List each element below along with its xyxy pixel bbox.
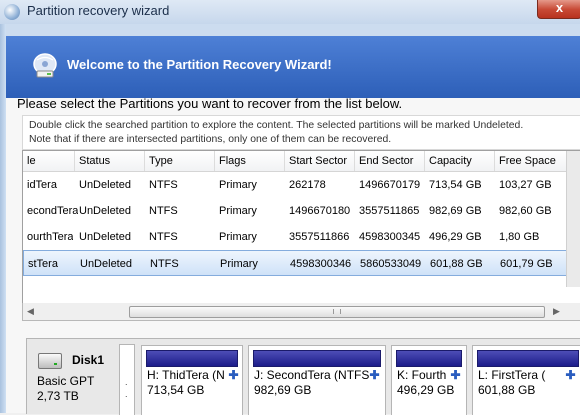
info-box: Double click the searched partition to e… — [22, 115, 580, 150]
check-pin-icon: ✚ — [369, 368, 380, 382]
app-icon — [4, 4, 20, 20]
info-line: Note that if there are intersected parti… — [29, 134, 392, 145]
cell-flags: Primary — [219, 179, 257, 191]
cd-wizard-icon — [33, 53, 57, 78]
cell-free-space: 103,27 GB — [499, 179, 552, 191]
instruction-text: Please select the Partitions you want to… — [17, 96, 403, 111]
column-header-end-sector[interactable]: End Sector — [355, 151, 425, 171]
disk-info[interactable]: Disk1 Basic GPT 2,73 TB — [27, 339, 119, 414]
cell-free-space: 1,80 GB — [499, 231, 540, 243]
cell-type: NTFS — [149, 205, 178, 217]
column-header-name[interactable]: le — [23, 151, 75, 171]
partition-block-k[interactable]: K: Fourth ✚ 496,29 GB — [391, 345, 467, 415]
partition-label: L: FirstTera ( — [478, 368, 546, 382]
cell-free-space: 601,79 GB — [500, 258, 553, 270]
partition-label: J: SecondTera (NTFS — [254, 368, 370, 382]
column-header-flags[interactable]: Flags — [215, 151, 285, 171]
cell-end-sector: 4598300345 — [359, 231, 421, 243]
hard-disk-icon — [38, 353, 62, 369]
partition-bar — [253, 350, 381, 367]
cell-start-sector: 1496670180 — [289, 205, 351, 217]
title-bar: Partition recovery wizard x — [0, 0, 580, 25]
partition-size: 713,54 GB — [147, 383, 205, 397]
partition-bar — [396, 350, 462, 367]
info-line: Double click the searched partition to e… — [29, 120, 524, 131]
partition-block-j[interactable]: J: SecondTera (NTFS ✚ 982,69 GB — [248, 345, 386, 415]
close-button[interactable]: x — [537, 0, 580, 19]
cell-end-sector: 3557511865 — [359, 205, 420, 217]
cell-start-sector: 262178 — [289, 179, 326, 191]
cell-capacity: 982,69 GB — [429, 205, 482, 217]
cell-capacity: 601,88 GB — [430, 258, 483, 270]
partition-bar — [477, 350, 579, 367]
cell-end-sector: 5860533049 — [360, 258, 422, 270]
vertical-scrollbar[interactable] — [566, 151, 580, 287]
partition-size: 601,88 GB — [478, 383, 536, 397]
check-pin-icon: ✚ — [228, 368, 239, 382]
column-header-capacity[interactable]: Capacity — [425, 151, 495, 171]
cell-end-sector: 1496670179 — [359, 179, 421, 191]
cell-flags: Primary — [219, 205, 257, 217]
cell-status: UnDeleted — [79, 179, 131, 191]
table-row[interactable]: econdTera UnDeleted NTFS Primary 1496670… — [23, 198, 567, 224]
cell-free-space: 982,60 GB — [499, 205, 552, 217]
partition-bar — [146, 350, 238, 367]
partition-size: 496,29 GB — [397, 383, 455, 397]
partition-block-l[interactable]: L: FirstTera ( ✚ 601,88 GB — [472, 345, 580, 415]
disk-map: Disk1 Basic GPT 2,73 TB . . H: ThidTera … — [26, 338, 580, 415]
cell-status: UnDeleted — [79, 231, 131, 243]
horizontal-scrollbar[interactable]: ◀ ▶ — [22, 303, 580, 321]
cell-type: NTFS — [150, 258, 179, 270]
table-row[interactable]: idTera UnDeleted NTFS Primary 262178 149… — [23, 172, 567, 198]
partition-block-h[interactable]: H: ThidTera (N ✚ 713,54 GB — [141, 345, 243, 415]
column-header-start-sector[interactable]: Start Sector — [285, 151, 355, 171]
table-row-selected[interactable]: stTera UnDeleted NTFS Primary 4598300346… — [23, 250, 567, 276]
column-header-status[interactable]: Status — [75, 151, 145, 171]
cell-start-sector: 3557511866 — [289, 231, 350, 243]
cell-name: econdTera — [27, 205, 79, 217]
scrollbar-grip-icon — [333, 309, 341, 314]
scrollbar-thumb[interactable] — [129, 306, 545, 318]
cell-status: UnDeleted — [79, 205, 131, 217]
check-pin-icon: ✚ — [450, 368, 461, 382]
scroll-left-arrow-icon[interactable]: ◀ — [27, 306, 34, 317]
cell-flags: Primary — [219, 231, 257, 243]
cell-flags: Primary — [220, 258, 258, 270]
welcome-heading: Welcome to the Partition Recovery Wizard… — [67, 57, 332, 72]
partition-label: K: Fourth — [397, 368, 447, 382]
cell-start-sector: 4598300346 — [290, 258, 352, 270]
disk-size: 2,73 TB — [37, 389, 79, 403]
partition-size: 982,69 GB — [254, 383, 312, 397]
cell-capacity: 496,29 GB — [429, 231, 482, 243]
disk-name: Disk1 — [72, 353, 105, 367]
table-row[interactable]: ourthTera UnDeleted NTFS Primary 3557511… — [23, 224, 567, 250]
column-header-free-space[interactable]: Free Space — [495, 151, 567, 171]
window-title: Partition recovery wizard — [27, 3, 170, 18]
table-header: le Status Type Flags Start Sector End Se… — [23, 151, 567, 172]
cell-name: idTera — [27, 179, 57, 191]
cell-type: NTFS — [149, 231, 178, 243]
check-pin-icon: ✚ — [565, 368, 576, 382]
column-header-type[interactable]: Type — [145, 151, 215, 171]
cell-status: UnDeleted — [80, 258, 132, 270]
disk-type: Basic GPT — [37, 374, 95, 388]
partition-table[interactable]: le Status Type Flags Start Sector End Se… — [22, 150, 580, 305]
cell-name: ourthTera — [27, 231, 74, 243]
scroll-right-arrow-icon[interactable]: ▶ — [553, 306, 560, 317]
cell-capacity: 713,54 GB — [429, 179, 482, 191]
unallocated-space[interactable]: . . — [119, 344, 135, 415]
partition-label: H: ThidTera (N — [147, 368, 225, 382]
cell-name: stTera — [28, 258, 58, 270]
wizard-header: Welcome to the Partition Recovery Wizard… — [6, 36, 580, 98]
cell-type: NTFS — [149, 179, 178, 191]
